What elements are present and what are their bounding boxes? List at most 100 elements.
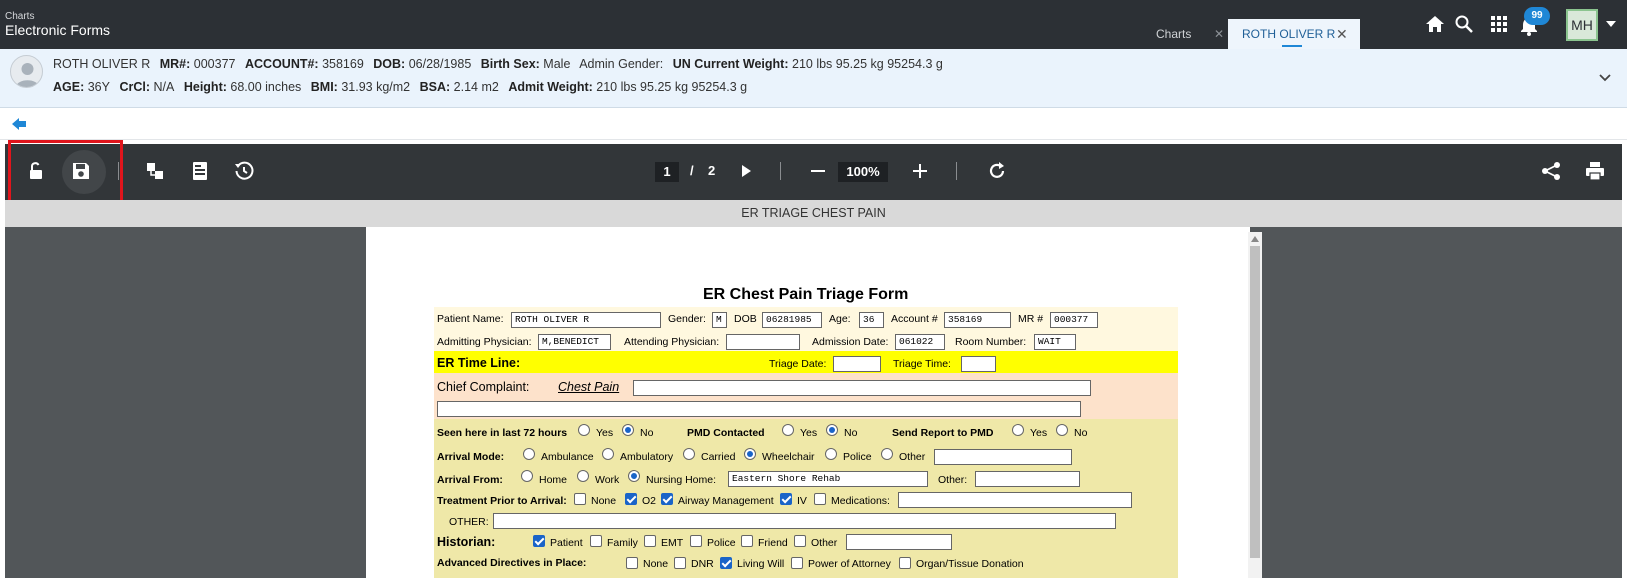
scrollbar-thumb[interactable] — [1250, 246, 1260, 558]
form-gender-label: Gender: — [668, 313, 706, 325]
directive-poa-checkbox[interactable] — [791, 557, 803, 569]
from-home-radio[interactable] — [521, 470, 533, 482]
account-value: 358169 — [322, 57, 364, 71]
divider — [0, 139, 1627, 140]
directive-living-will-checkbox[interactable] — [720, 557, 732, 569]
arrival-ambulance-radio[interactable] — [523, 448, 535, 460]
treatment-other-field[interactable] — [493, 513, 1116, 529]
form-patient-name-label: Patient Name: — [437, 313, 504, 325]
from-nursing-home-label: Nursing Home: — [646, 474, 717, 486]
directive-dnr-label: DNR — [691, 558, 714, 570]
treatment-medications-checkbox[interactable] — [814, 493, 826, 505]
treatment-iv-checkbox[interactable] — [780, 493, 792, 505]
arrival-carried-radio[interactable] — [683, 448, 695, 460]
arrival-police-radio[interactable] — [825, 448, 837, 460]
historian-other-label: Other — [811, 537, 838, 549]
back-arrow-icon[interactable] — [11, 117, 27, 131]
report-yes-radio[interactable] — [1012, 424, 1024, 436]
tab-charts[interactable]: Charts ✕ — [1150, 19, 1226, 49]
historian-family-checkbox[interactable] — [590, 535, 602, 547]
directive-dnr-checkbox[interactable] — [674, 557, 686, 569]
historian-patient-checkbox[interactable] — [533, 535, 545, 547]
from-other-field[interactable] — [975, 471, 1080, 487]
form-mr-field[interactable]: 000377 — [1050, 312, 1098, 328]
plus-icon[interactable] — [909, 160, 931, 182]
directive-organ-checkbox[interactable] — [899, 557, 911, 569]
share-icon[interactable] — [1540, 160, 1562, 182]
form-complaint-field[interactable] — [633, 380, 1091, 396]
form-dob-field[interactable]: 06281985 — [762, 312, 822, 328]
directive-organ-label: Organ/Tissue Donation — [916, 558, 1024, 570]
form-admitting-field[interactable]: M,BENEDICT — [538, 334, 611, 350]
form-complaint-field-2[interactable] — [437, 401, 1081, 417]
form-attending-field[interactable] — [726, 334, 800, 350]
history-icon[interactable] — [233, 160, 255, 182]
medications-field[interactable] — [898, 492, 1132, 508]
arrival-other-field[interactable] — [934, 449, 1072, 465]
age-label: AGE: — [53, 80, 85, 94]
report-no-radio[interactable] — [1056, 424, 1068, 436]
historian-other-field[interactable] — [846, 534, 952, 550]
form-icon[interactable] — [189, 160, 211, 182]
form-complaint-value[interactable]: Chest Pain — [558, 380, 619, 394]
treatment-none-label: None — [591, 495, 617, 507]
user-avatar[interactable]: MH — [1566, 9, 1598, 41]
pmd-no-radio[interactable] — [826, 424, 838, 436]
home-icon[interactable] — [1425, 14, 1445, 34]
arrival-wheelchair-radio[interactable] — [744, 448, 756, 460]
arrival-ambulatory-radio[interactable] — [602, 448, 614, 460]
form-timeline-label: ER Time Line: — [437, 356, 521, 370]
search-icon[interactable] — [1454, 14, 1474, 34]
toolbar-divider — [956, 162, 957, 180]
page-number-input[interactable]: 1 — [655, 162, 679, 182]
historian-friend-checkbox[interactable] — [741, 535, 753, 547]
directive-poa-label: Power of Attorney — [808, 558, 891, 570]
chevron-down-icon[interactable] — [1597, 70, 1613, 86]
play-icon[interactable] — [735, 160, 757, 182]
minus-icon[interactable] — [807, 160, 829, 182]
print-icon[interactable] — [1584, 160, 1606, 182]
dob-label: DOB: — [373, 57, 406, 71]
refresh-icon[interactable] — [986, 160, 1008, 182]
historian-other-checkbox[interactable] — [794, 535, 806, 547]
admin-gender-label: Admin Gender: — [579, 57, 664, 71]
bmi-label: BMI: — [310, 80, 338, 94]
form-account-label: Account # — [891, 313, 938, 325]
apps-icon[interactable] — [1489, 14, 1509, 34]
tab-patient[interactable]: ROTH OLIVER R ✕ — [1228, 19, 1360, 49]
patient-summary-line-1: ROTH OLIVER R MR#: 000377 ACCOUNT#: 3581… — [53, 57, 949, 71]
from-work-radio[interactable] — [577, 470, 589, 482]
form-patient-name-field[interactable]: ROTH OLIVER R — [511, 312, 661, 328]
pmd-no-label: No — [844, 427, 858, 439]
close-icon[interactable]: ✕ — [1214, 19, 1224, 49]
zoom-level[interactable]: 100% — [838, 162, 888, 182]
close-icon[interactable]: ✕ — [1336, 19, 1348, 49]
form-age-field[interactable]: 36 — [859, 312, 884, 328]
arrival-other-radio[interactable] — [881, 448, 893, 460]
form-room-field[interactable]: WAIT — [1034, 334, 1076, 350]
pmd-yes-radio[interactable] — [782, 424, 794, 436]
form-admission-date-field[interactable]: 061022 — [895, 334, 945, 350]
seen72-no-radio[interactable] — [622, 424, 634, 436]
tab-label: Charts — [1156, 27, 1192, 41]
layout-icon[interactable] — [144, 160, 166, 182]
form-triage-date-field[interactable] — [833, 356, 881, 372]
arrival-other-label: Other — [899, 451, 926, 463]
treatment-none-checkbox[interactable] — [574, 493, 586, 505]
form-triage-time-field[interactable] — [961, 356, 996, 372]
seen72-yes-radio[interactable] — [578, 424, 590, 436]
nursing-home-field[interactable]: Eastern Shore Rehab — [728, 471, 928, 487]
form-account-field[interactable]: 358169 — [944, 312, 1011, 328]
treatment-airway-checkbox[interactable] — [661, 493, 673, 505]
height-value: 68.00 inches — [230, 80, 302, 94]
historian-police-checkbox[interactable] — [690, 535, 702, 547]
form-admitting-label: Admitting Physician: — [437, 336, 532, 348]
caret-down-icon[interactable] — [1604, 18, 1618, 30]
treatment-o2-checkbox[interactable] — [625, 493, 637, 505]
scroll-up-arrow-icon[interactable] — [1250, 235, 1260, 243]
from-nursing-home-radio[interactable] — [628, 470, 640, 482]
directive-none-checkbox[interactable] — [626, 557, 638, 569]
form-gender-field[interactable]: M — [712, 312, 727, 328]
app-title: Electronic Forms — [5, 22, 111, 38]
historian-emt-checkbox[interactable] — [644, 535, 656, 547]
